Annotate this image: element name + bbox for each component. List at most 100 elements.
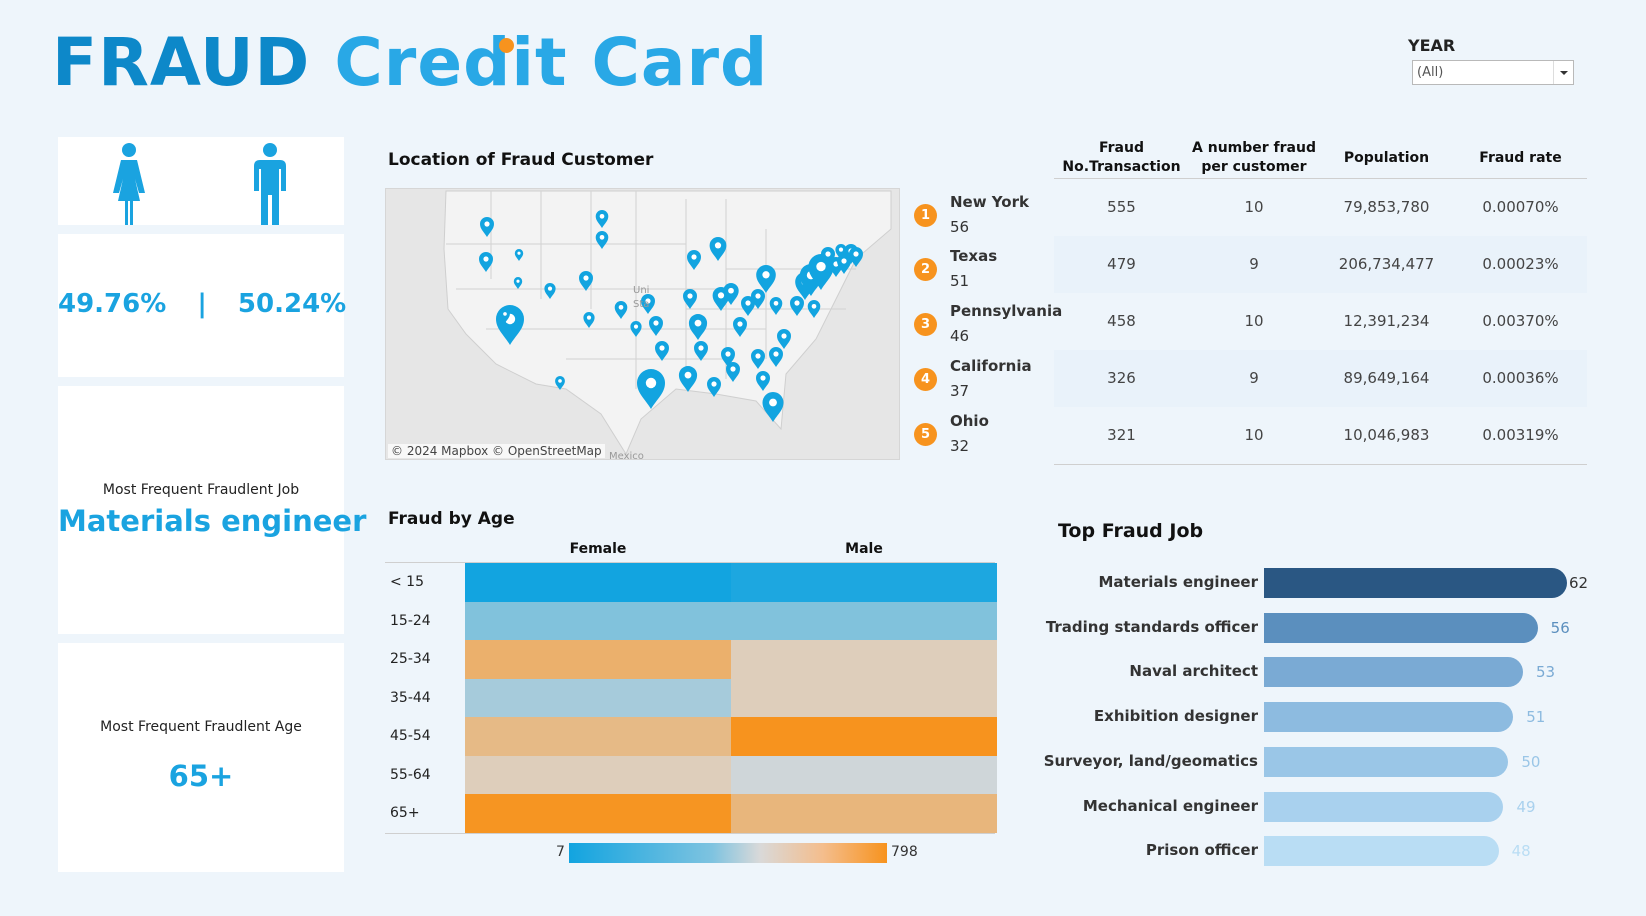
map-title: Location of Fraud Customer: [388, 150, 654, 170]
job-bar-value: 53: [1536, 663, 1556, 682]
female-icon: [113, 143, 145, 225]
cell-fraud-rate: 0.00070%: [1482, 198, 1559, 216]
cell-per-customer: 10: [1244, 426, 1264, 444]
male-icon: [254, 143, 286, 225]
title-credit-card: Credit Card: [334, 24, 769, 101]
heatmap-col-female: Female: [569, 541, 627, 557]
cell-per-customer: 9: [1249, 255, 1259, 273]
title-accent-dot: [499, 38, 514, 53]
state-name: Pennsylvania: [950, 302, 1063, 320]
chevron-down-icon[interactable]: [1553, 61, 1573, 84]
job-bar-value: 62: [1569, 574, 1589, 592]
map-attribution: © 2024 Mapbox © OpenStreetMap: [388, 444, 605, 458]
state-count: 56: [950, 218, 970, 236]
top-job-chart-title: Top Fraud Job: [1058, 520, 1204, 542]
heatmap-cell[interactable]: [465, 755, 731, 794]
map-label-mexico: Mexico: [609, 451, 644, 460]
cell-population: 10,046,983: [1343, 426, 1430, 444]
job-bar[interactable]: [1264, 836, 1499, 867]
cell-fraud-rate: 0.00319%: [1482, 426, 1559, 444]
heatmap-cell[interactable]: [465, 601, 731, 640]
job-bar-value: 56: [1550, 618, 1570, 637]
job-bar[interactable]: [1264, 657, 1524, 688]
state-count: 32: [950, 437, 970, 455]
heatmap-row-label: 45-54: [390, 728, 431, 744]
heatmap-row-label: 55-64: [390, 766, 431, 783]
heatmap-cell[interactable]: [465, 563, 731, 602]
state-count: 37: [950, 382, 970, 400]
job-bar[interactable]: [1264, 702, 1514, 733]
heatmap-cell[interactable]: [465, 794, 731, 833]
heatmap-cell[interactable]: [731, 755, 997, 794]
heatmap-row-label: 25-34: [390, 651, 431, 667]
heatmap-cell[interactable]: [465, 717, 731, 756]
job-bar-label: Trading standards officer: [1045, 617, 1258, 636]
job-bar-label: Prison officer: [1145, 841, 1258, 860]
heatmap-cell[interactable]: [731, 563, 997, 602]
cell-per-customer: 10: [1244, 198, 1264, 216]
year-filter-dropdown[interactable]: (All): [1412, 60, 1574, 85]
col-header-population[interactable]: Population: [1319, 149, 1454, 168]
year-filter-label: YEAR: [1408, 36, 1456, 55]
rank-badge: 1: [914, 204, 937, 227]
heatmap-row-label: 35-44: [390, 689, 431, 706]
gender-separator: |: [197, 289, 207, 319]
heatmap-cell[interactable]: [731, 601, 997, 640]
heatmap-cell[interactable]: [731, 717, 997, 756]
table-bottom-border: [1054, 464, 1587, 465]
state-name: California: [950, 357, 1032, 375]
table-row[interactable]: 321 10 10,046,983 0.00319%: [1054, 407, 1587, 464]
state-count: 51: [950, 272, 970, 290]
gender-icons-card: [58, 137, 344, 225]
job-bar[interactable]: [1264, 791, 1504, 822]
heatmap-cell[interactable]: [465, 640, 731, 679]
job-bar-label: Surveyor, land/geomatics: [1043, 751, 1258, 770]
state-name: New York: [950, 193, 1029, 211]
table-row[interactable]: 458 10 12,391,234 0.00370%: [1054, 293, 1587, 350]
heatmap-cell[interactable]: [731, 640, 997, 679]
job-bar[interactable]: [1264, 746, 1509, 777]
table-row[interactable]: 555 10 79,853,780 0.00070%: [1054, 179, 1587, 236]
top-age-value: 65+: [168, 759, 234, 793]
gender-split-values: 49.76% | 50.24%: [58, 289, 346, 319]
job-bar[interactable]: [1264, 568, 1567, 598]
heatmap-cell[interactable]: [465, 678, 731, 717]
cell-transactions: 458: [1107, 312, 1136, 330]
col-header-per-customer-line2: per customer: [1201, 159, 1307, 175]
col-header-transactions-line2: No.Transaction: [1062, 159, 1181, 175]
state-count: 46: [950, 327, 970, 345]
job-bar-value: 49: [1516, 797, 1536, 816]
cell-population: 79,853,780: [1343, 198, 1430, 216]
female-percentage: 49.76%: [58, 289, 167, 319]
col-header-fraud-rate[interactable]: Fraud rate: [1454, 149, 1587, 168]
cell-fraud-rate: 0.00370%: [1482, 312, 1559, 330]
state-fraud-table: Fraud No.Transaction A number fraud per …: [1054, 135, 1587, 465]
col-header-per-customer[interactable]: A number fraud per customer: [1189, 139, 1319, 177]
cell-per-customer: 10: [1244, 312, 1264, 330]
cell-transactions: 321: [1107, 426, 1136, 444]
heatmap-cell[interactable]: [731, 794, 997, 833]
cell-transactions: 479: [1107, 255, 1136, 273]
top-job-label: Most Frequent Fraudlent Job: [102, 482, 300, 498]
cell-population: 206,734,477: [1338, 255, 1435, 273]
cell-fraud-rate: 0.00023%: [1482, 255, 1559, 273]
table-row[interactable]: 326 9 89,649,164 0.00036%: [1054, 350, 1587, 407]
col-header-transactions-line1: Fraud: [1098, 140, 1144, 156]
cell-transactions: 555: [1107, 198, 1136, 216]
rank-badge: 3: [914, 313, 937, 336]
map-canvas[interactable]: [386, 189, 900, 460]
col-header-transactions[interactable]: Fraud No.Transaction: [1054, 139, 1189, 177]
title-fraud: FRAUD: [52, 24, 311, 101]
heatmap-cell[interactable]: [731, 678, 997, 717]
cell-population: 89,649,164: [1343, 369, 1430, 387]
job-bar-label: Materials engineer: [1098, 573, 1259, 591]
state-name: Ohio: [950, 412, 989, 430]
cell-population: 12,391,234: [1343, 312, 1430, 330]
job-bar-value: 48: [1511, 842, 1531, 861]
job-bar[interactable]: [1264, 612, 1538, 643]
table-row[interactable]: 479 9 206,734,477 0.00023%: [1054, 236, 1587, 293]
heatmap-color-legend: [569, 843, 887, 863]
cell-fraud-rate: 0.00036%: [1482, 369, 1559, 387]
fraud-location-map[interactable]: Uni Sta Mexico © 2024 Mapbox © OpenStree…: [385, 188, 900, 460]
cell-transactions: 326: [1107, 369, 1136, 387]
